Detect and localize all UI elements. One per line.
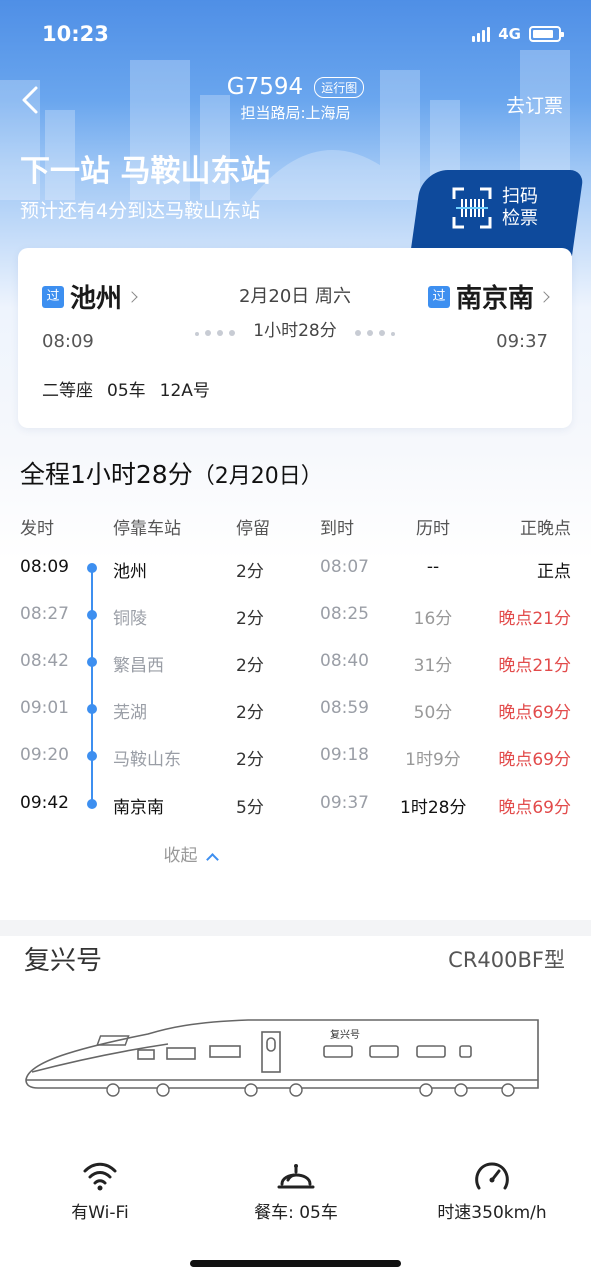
train-model-type: CR400BF型 — [448, 948, 565, 972]
scan-ticket-label: 扫码 检票 — [502, 186, 538, 229]
chevron-right-icon — [538, 290, 550, 303]
feature-wifi-label: 有Wi-Fi — [71, 1203, 129, 1223]
col-depart: 发时 — [20, 519, 54, 539]
schedule-title: 全程1小时28分（2月20日） — [20, 460, 323, 489]
feature-speed: 时速350km/h — [428, 1160, 556, 1223]
chevron-up-icon — [205, 852, 219, 866]
to-station-name: 南京南 — [455, 284, 534, 314]
train-illustration: 复兴号 — [25, 1019, 539, 1097]
pass-badge: 过 — [427, 285, 450, 308]
nav-title: G7594 运行图 担当路局:上海局 — [0, 74, 591, 123]
trip-duration: 1小时28分 — [253, 321, 337, 341]
status-time: 10:23 — [42, 22, 109, 46]
train-number: G7594 — [226, 74, 304, 100]
collapse-label: 收起 — [163, 846, 198, 866]
wifi-icon — [83, 1162, 117, 1191]
dining-cloche-icon — [277, 1164, 315, 1189]
scan-ticket-button[interactable]: 扫码 检票 — [452, 186, 538, 230]
feature-wifi: 有Wi-Fi — [60, 1160, 140, 1223]
col-station: 停靠车站 — [113, 519, 181, 539]
timeline-dot — [87, 657, 97, 667]
run-chart-button[interactable]: 运行图 — [314, 76, 365, 98]
seat-info: 二等座 05车 12A号 — [42, 376, 224, 401]
timeline-dot — [87, 704, 97, 714]
timeline-dot — [87, 610, 97, 620]
status-indicators: 4G — [472, 25, 564, 43]
seat-number: 12A号 — [159, 381, 210, 401]
feature-dining: 餐车: 05车 — [236, 1160, 356, 1223]
timeline-dot — [87, 799, 97, 809]
train-features: 有Wi-Fi 餐车: 05车 时速350km/h — [0, 1160, 591, 1230]
col-elapsed: 历时 — [416, 519, 450, 539]
battery-icon — [529, 26, 564, 42]
to-time: 09:37 — [496, 331, 548, 352]
buy-ticket-button[interactable]: 去订票 — [506, 91, 563, 118]
home-indicator[interactable] — [190, 1260, 401, 1267]
dots-right — [352, 321, 398, 341]
to-station[interactable]: 过南京南 09:37 — [427, 278, 550, 352]
timeline-dot — [87, 751, 97, 761]
timeline-dot — [87, 563, 97, 573]
col-stay: 停留 — [236, 519, 270, 539]
feature-speed-label: 时速350km/h — [437, 1203, 547, 1223]
train-livery-text: 复兴号 — [330, 1028, 360, 1041]
feature-dining-label: 餐车: 05车 — [254, 1203, 338, 1223]
schedule-date: （2月20日） — [192, 464, 323, 489]
section-divider — [0, 920, 591, 936]
dots-left — [192, 321, 238, 341]
eta-text: 预计还有4分到达马鞍山东站 — [20, 200, 261, 222]
coach-number: 05车 — [107, 381, 146, 401]
train-model-name: 复兴号 — [24, 946, 103, 976]
bureau-label: 担当路局:上海局 — [240, 104, 351, 122]
seat-class: 二等座 — [42, 381, 93, 401]
barcode-scan-icon — [452, 187, 492, 229]
trip-card: 过池州 08:09 2月20日 周六 1小时28分 过南京南 09:37 二等座… — [18, 248, 572, 428]
speedometer-icon — [475, 1162, 509, 1190]
next-station-headline: 下一站 马鞍山东站 — [20, 154, 271, 189]
col-arrive: 到时 — [320, 519, 354, 539]
network-type: 4G — [498, 25, 521, 43]
signal-icon — [472, 26, 491, 42]
collapse-button[interactable]: 收起 — [0, 841, 380, 866]
col-status: 正晚点 — [520, 519, 571, 539]
